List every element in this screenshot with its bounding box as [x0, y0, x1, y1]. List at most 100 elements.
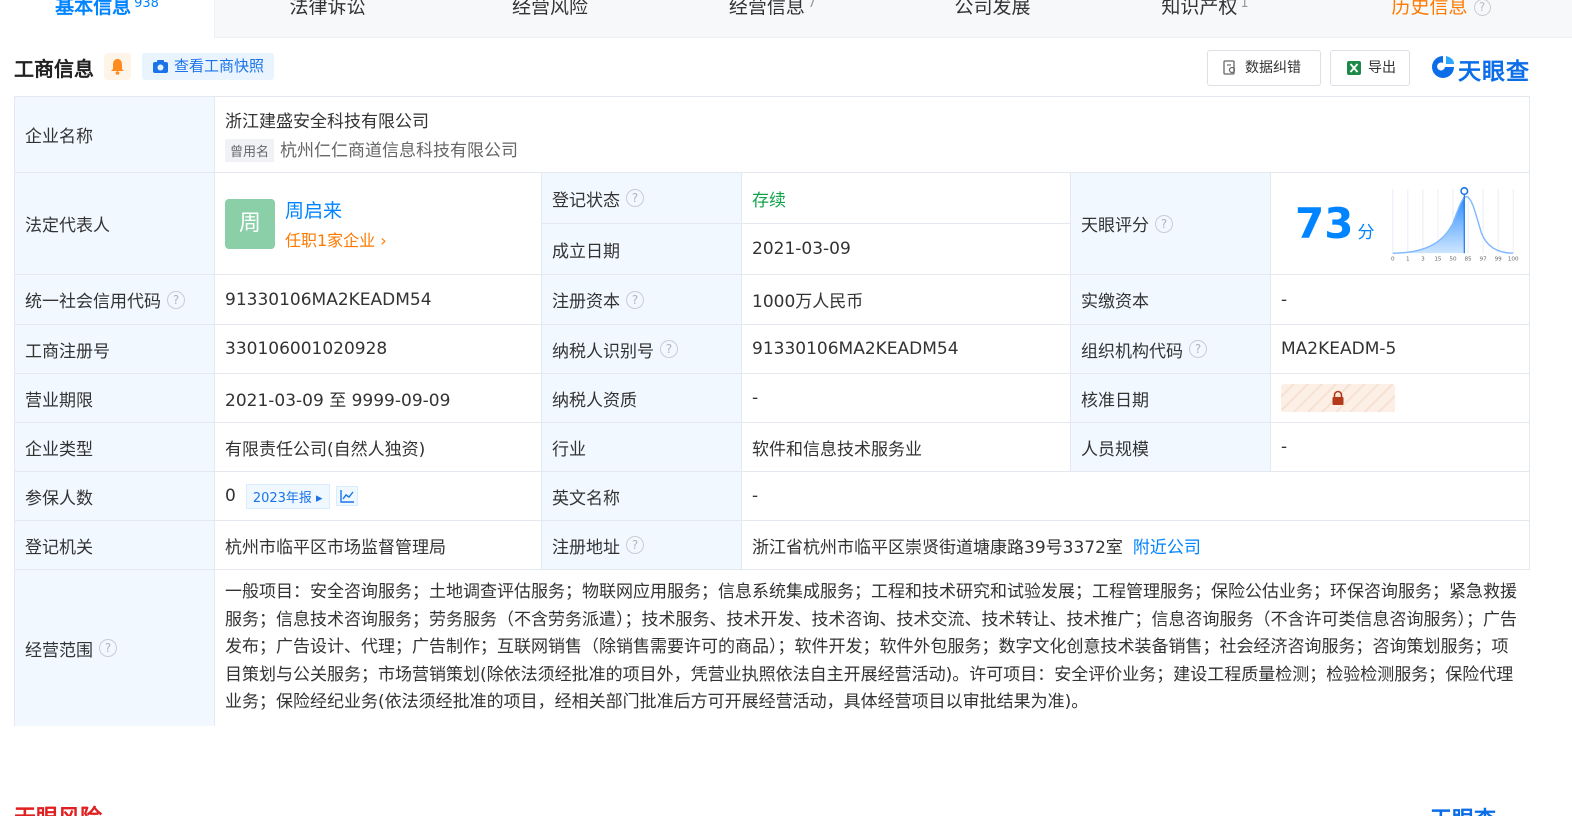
taxpayer-id-label: 纳税人识别号?: [542, 325, 742, 374]
authority-label: 登记机关: [15, 521, 215, 570]
help-icon[interactable]: ?: [1189, 340, 1207, 358]
tab-label: 基本信息: [55, 0, 132, 18]
trend-chart-icon: [339, 490, 354, 503]
legal-rep-cell: 周 周启来 任职1家企业 ›: [215, 173, 542, 275]
tab-count: 1: [1240, 0, 1249, 11]
score-axis-tick: 97: [1480, 256, 1488, 262]
tab-label: 经营风险: [511, 0, 588, 18]
label-text: 实缴资本: [1081, 292, 1149, 312]
tab-operating-info[interactable]: 经营信息 7: [660, 0, 885, 38]
former-name-tag: 曾用名: [225, 139, 275, 162]
bottom-brand-text: 天眼查: [1430, 802, 1496, 816]
insured-count-value: 0: [225, 486, 236, 506]
help-icon[interactable]: ?: [626, 536, 644, 554]
label-text: 注册资本: [552, 292, 620, 312]
help-icon[interactable]: ?: [99, 639, 117, 657]
company-name-cell: 浙江建盛安全科技有限公司 曾用名 杭州仁仁商道信息科技有限公司: [215, 97, 1530, 173]
edit-doc-icon: [1223, 60, 1236, 75]
label-text: 参保人数: [25, 488, 93, 509]
help-icon[interactable]: ?: [1155, 214, 1173, 233]
chevron-right-icon: ›: [375, 231, 387, 250]
bell-icon: [111, 59, 124, 75]
monitor-bell-button[interactable]: [104, 53, 131, 80]
locked-value[interactable]: [1281, 384, 1395, 412]
score-cell[interactable]: 73 分 0 1 3 15 50 85 97 99 100: [1271, 173, 1530, 275]
label-text: 英文名称: [552, 488, 620, 509]
tab-count: 7: [807, 0, 817, 11]
label-text: 法定代表人: [25, 216, 110, 236]
tianyancha-logo-icon: [1432, 56, 1454, 78]
credit-code-label: 统一社会信用代码?: [15, 275, 215, 325]
industry-value: 软件和信息技术服务业: [742, 423, 1071, 472]
business-term-value: 2021-03-09 至 9999-09-09: [215, 374, 542, 423]
annual-report-link[interactable]: 2023年报 ▸: [245, 483, 330, 509]
address-value: 浙江省杭州市临平区崇贤街道塘康路39号3372室: [752, 537, 1123, 558]
brand-text: 天眼查: [1458, 59, 1530, 85]
annual-report-label: 2023年报: [252, 490, 312, 506]
org-code-value: MA2KEADM-5: [1271, 325, 1530, 374]
excel-icon: [1347, 61, 1361, 75]
score-distribution-chart: 0 1 3 15 50 85 97 99 100: [1391, 186, 1519, 262]
tab-ip[interactable]: 知识产权 1: [1100, 0, 1310, 38]
insured-count-label: 参保人数: [15, 472, 215, 521]
insured-count-cell: 0 2023年报 ▸: [215, 472, 542, 521]
trend-chart-button[interactable]: [335, 486, 358, 506]
tab-bar: 基本信息 938 法律诉讼 经营风险 经营信息 7 公司发展 知识产权 1 历史信息?: [0, 0, 1572, 38]
tab-basic-info[interactable]: 基本信息 938: [0, 0, 215, 38]
english-name-value: -: [742, 472, 1530, 521]
data-correct-button[interactable]: 数据纠错: [1207, 50, 1321, 86]
help-icon[interactable]: ?: [1473, 0, 1491, 16]
lock-icon: [1332, 390, 1344, 405]
reg-status-value: 存续: [742, 173, 1071, 224]
taxpayer-id-value: 91330106MA2KEADM54: [742, 325, 1071, 374]
label-text: 工商注册号: [25, 341, 110, 362]
snapshot-button[interactable]: 查看工商快照: [142, 53, 275, 80]
export-label: 导出: [1368, 60, 1396, 76]
tab-development[interactable]: 公司发展: [885, 0, 1100, 38]
data-correct-label: 数据纠错: [1245, 60, 1301, 76]
legal-rep-name[interactable]: 周启来: [285, 196, 387, 223]
company-name: 浙江建盛安全科技有限公司: [225, 112, 429, 132]
company-name-label: 企业名称: [15, 97, 215, 173]
label-text: 组织机构代码: [1081, 341, 1183, 362]
score-axis-tick: 99: [1495, 256, 1503, 262]
credit-code-value: 91330106MA2KEADM54: [215, 275, 542, 325]
tab-operating-risk[interactable]: 经营风险: [440, 0, 660, 38]
tab-label: 法律诉讼: [289, 0, 366, 18]
section-title: 工商信息: [14, 57, 94, 81]
help-icon[interactable]: ?: [660, 340, 678, 358]
score-axis-tick: 15: [1434, 256, 1442, 262]
label-text: 纳税人资质: [552, 390, 637, 411]
approval-date-cell: [1271, 374, 1530, 423]
help-icon[interactable]: ?: [167, 290, 185, 309]
address-cell: 浙江省杭州市临平区崇贤街道塘康路39号3372室 附近公司: [742, 521, 1530, 570]
legal-rep-positions[interactable]: 任职1家企业 ›: [285, 227, 387, 251]
label-text: 营业期限: [25, 390, 93, 411]
english-name-label: 英文名称: [542, 472, 742, 521]
approval-date-label: 核准日期: [1071, 374, 1271, 423]
tab-label: 知识产权: [1161, 0, 1238, 18]
tab-litigation[interactable]: 法律诉讼: [215, 0, 440, 38]
staff-size-label: 人员规模: [1071, 423, 1271, 472]
label-text: 核准日期: [1081, 390, 1149, 411]
score-axis-tick: 1: [1406, 256, 1410, 262]
positions-text: 任职1家企业: [285, 231, 376, 250]
org-code-label: 组织机构代码?: [1071, 325, 1271, 374]
tab-label: 历史信息: [1391, 0, 1468, 18]
risk-section-title: 天眼风险: [14, 800, 102, 816]
business-scope-value: 一般项目：安全咨询服务；土地调查评估服务；物联网应用服务；信息系统集成服务；工程…: [215, 570, 1530, 726]
help-icon[interactable]: ?: [626, 189, 644, 207]
nearby-companies-link[interactable]: 附近公司: [1133, 533, 1201, 558]
founded-value: 2021-03-09: [742, 224, 1071, 275]
label-text: 统一社会信用代码: [25, 292, 161, 312]
score-axis-tick: 0: [1391, 256, 1395, 262]
help-icon[interactable]: ?: [626, 290, 644, 309]
export-button[interactable]: 导出: [1330, 50, 1410, 86]
score-axis-tick: 100: [1508, 256, 1519, 262]
company-type-label: 企业类型: [15, 423, 215, 472]
score-display: 73 分: [1295, 199, 1389, 248]
paid-capital-value: -: [1271, 275, 1530, 325]
tab-label: 经营信息: [728, 0, 805, 18]
tab-history[interactable]: 历史信息?: [1310, 0, 1572, 38]
snapshot-label: 查看工商快照: [174, 57, 265, 75]
